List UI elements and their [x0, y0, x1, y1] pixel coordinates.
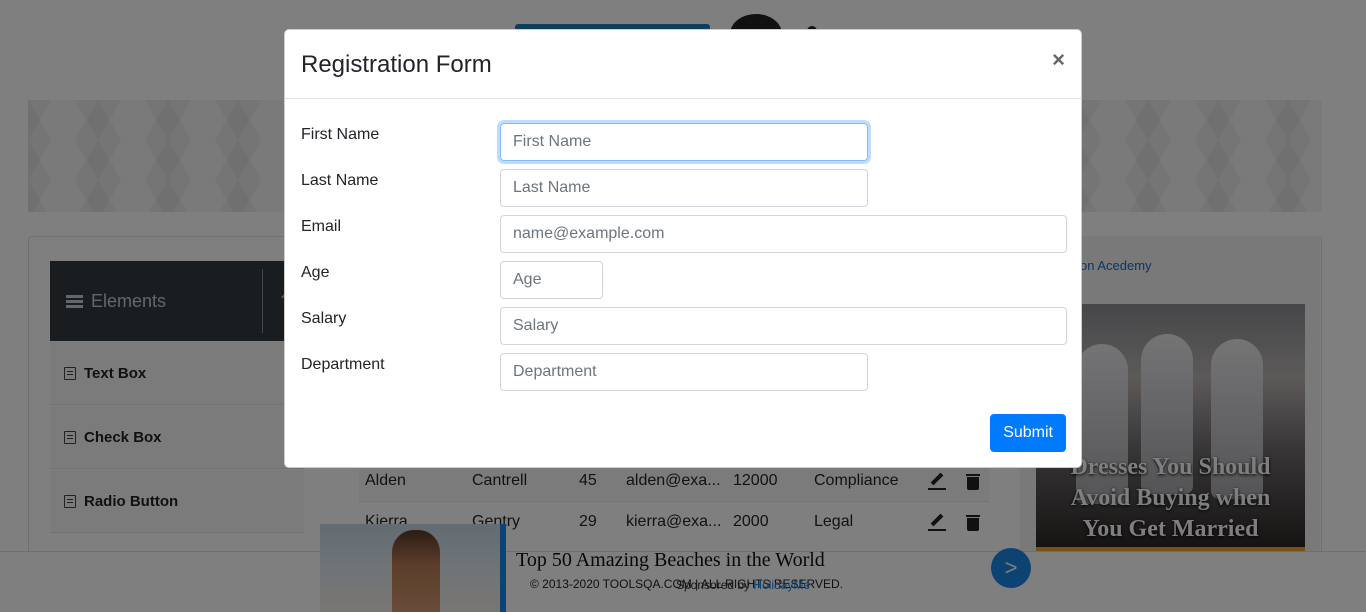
salary-label: Salary [301, 310, 347, 327]
last-name-label: Last Name [301, 172, 379, 189]
department-label: Department [301, 356, 385, 373]
modal-title: Registration Form [301, 51, 492, 78]
submit-button[interactable]: Submit [990, 414, 1066, 452]
email-input[interactable] [500, 215, 1067, 253]
modal-header: Registration Form × [285, 30, 1081, 99]
department-input[interactable] [500, 353, 868, 391]
age-label: Age [301, 264, 330, 281]
age-input[interactable] [500, 261, 603, 299]
registration-modal: Registration Form × First Name Last Name… [284, 29, 1082, 468]
first-name-input[interactable] [500, 123, 868, 161]
salary-input[interactable] [500, 307, 1067, 345]
first-name-label: First Name [301, 126, 380, 143]
last-name-input[interactable] [500, 169, 868, 207]
email-label: Email [301, 218, 342, 235]
close-button[interactable]: × [1052, 48, 1065, 72]
